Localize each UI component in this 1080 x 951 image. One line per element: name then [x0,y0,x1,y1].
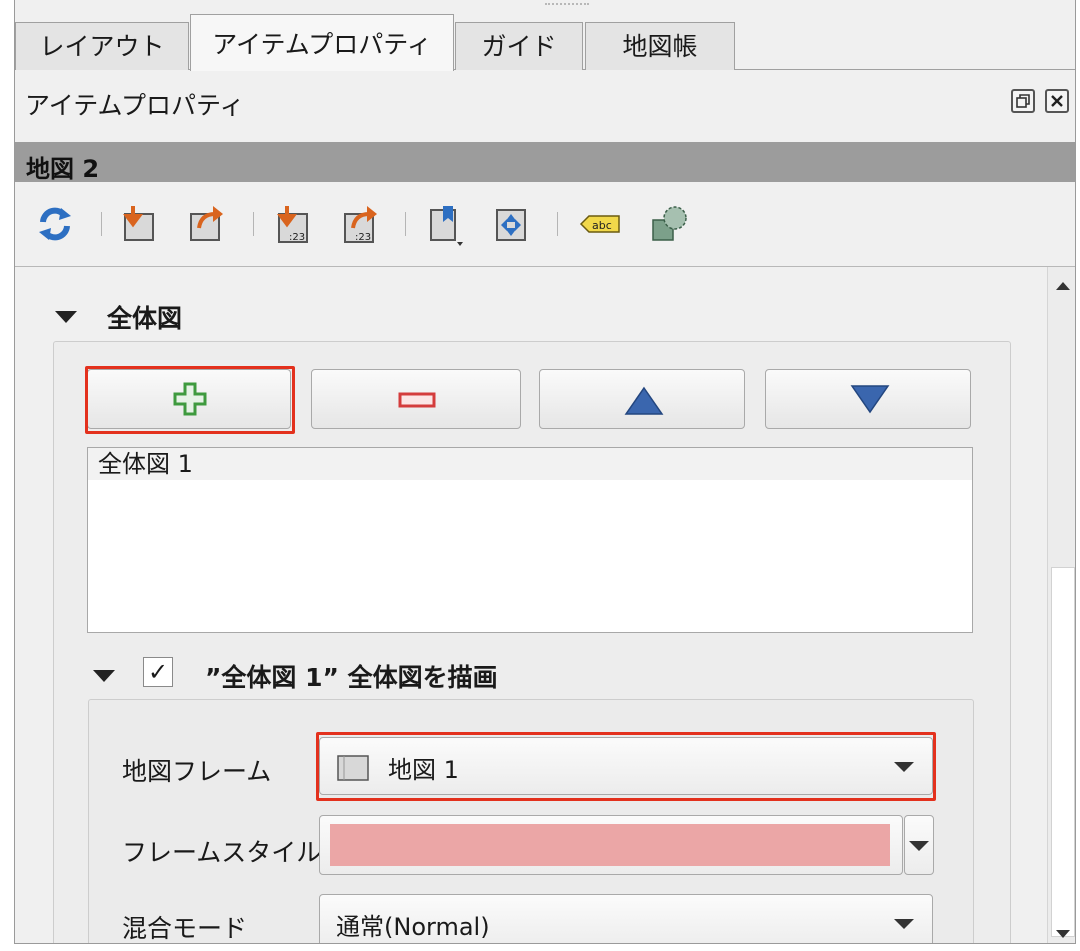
vertical-scrollbar[interactable] [1047,267,1075,943]
blend-mode-select[interactable]: 通常(Normal) [319,894,933,943]
dock-title: アイテムプロパティ [25,91,245,120]
move-overview-up-button[interactable] [539,369,745,429]
float-icon[interactable] [1011,89,1035,113]
triangle-up-icon [624,386,664,415]
tab-layout-label: レイアウト [39,32,165,61]
chevron-down-icon [894,919,914,929]
map-frame-value: 地図 1 [388,756,459,784]
tab-bar: レイアウト アイテムプロパティ ガイド 地図帳 [15,0,1075,71]
set-scale-from-canvas-icon[interactable]: :23 [273,202,313,246]
checkbox-checkmark: ✓ [147,658,169,686]
item-header: 地図 2 [15,142,1075,183]
tab-guides[interactable]: ガイド [455,22,583,70]
draw-overview-checkbox[interactable]: ✓ [143,657,173,687]
label-settings-icon[interactable]: abc [577,202,623,246]
tab-item-properties[interactable]: アイテムプロパティ [190,14,454,71]
frame-style-label: フレームスタイル [122,838,322,867]
map-item-icon [337,755,369,781]
chevron-down-icon [894,762,914,772]
overview-section-title: 全体図 [107,304,183,333]
item-name: 地図 2 [26,155,100,183]
tab-guides-label: ガイド [481,32,557,61]
draw-overview-collapse-icon[interactable] [93,670,115,682]
label-icon-text: abc [592,219,612,232]
blend-mode-label: 混合モード [122,914,248,943]
triangle-down-icon [850,385,890,414]
bookmark-icon[interactable] [425,202,465,246]
item-properties-window: レイアウト アイテムプロパティ ガイド 地図帳 アイテムプロパティ 地図 2:… [14,0,1076,944]
list-item[interactable]: 全体図 1 [88,448,972,480]
view-extent-in-canvas-icon[interactable] [187,202,227,246]
overview-item-label: 全体図 1 [98,450,193,478]
remove-overview-button[interactable] [311,369,521,429]
svg-text::23: :23 [355,232,371,243]
move-overview-down-button[interactable] [765,369,971,429]
plus-icon [173,382,207,416]
blend-mode-value: 通常(Normal) [336,913,490,941]
refresh-icon[interactable] [35,202,75,246]
map-toolbar: :23 :23 abc [15,190,1075,260]
set-extent-from-canvas-icon[interactable] [121,202,161,246]
map-frame-select[interactable]: 地図 1 [319,737,933,795]
dock-title-bar: アイテムプロパティ [15,72,1075,140]
clipping-icon[interactable] [649,202,689,246]
map-frame-label: 地図フレーム [122,757,272,786]
close-icon[interactable] [1045,89,1069,113]
tab-atlas[interactable]: 地図帳 [585,22,735,70]
tab-bar-grip[interactable] [545,3,589,6]
minus-icon [398,392,436,408]
properties-scroll-area: 全体図 全体図 1 ✓ ”全体図 1” 全体図を描画 地図フレーム 地図 1 フ… [15,266,1075,943]
draw-overview-title: ”全体図 1” 全体図を描画 [205,663,498,692]
overview-list[interactable]: 全体図 1 [87,447,973,633]
tab-layout[interactable]: レイアウト [15,22,189,70]
tab-item-properties-label: アイテムプロパティ [212,30,432,59]
tab-atlas-label: 地図帳 [622,32,698,61]
set-extent-to-item-icon[interactable] [491,202,531,246]
svg-text::23: :23 [289,232,305,243]
add-overview-button[interactable] [87,369,291,429]
scrollbar-thumb[interactable] [1051,567,1075,937]
scroll-down-icon[interactable] [1055,929,1071,939]
chevron-down-icon [909,841,929,851]
set-canvas-scale-icon[interactable]: :23 [339,202,379,246]
frame-style-button[interactable] [319,815,903,875]
frame-style-menu-button[interactable] [904,815,934,875]
scroll-up-icon[interactable] [1055,281,1071,291]
frame-style-swatch [330,824,890,866]
overview-collapse-icon[interactable] [55,311,77,323]
